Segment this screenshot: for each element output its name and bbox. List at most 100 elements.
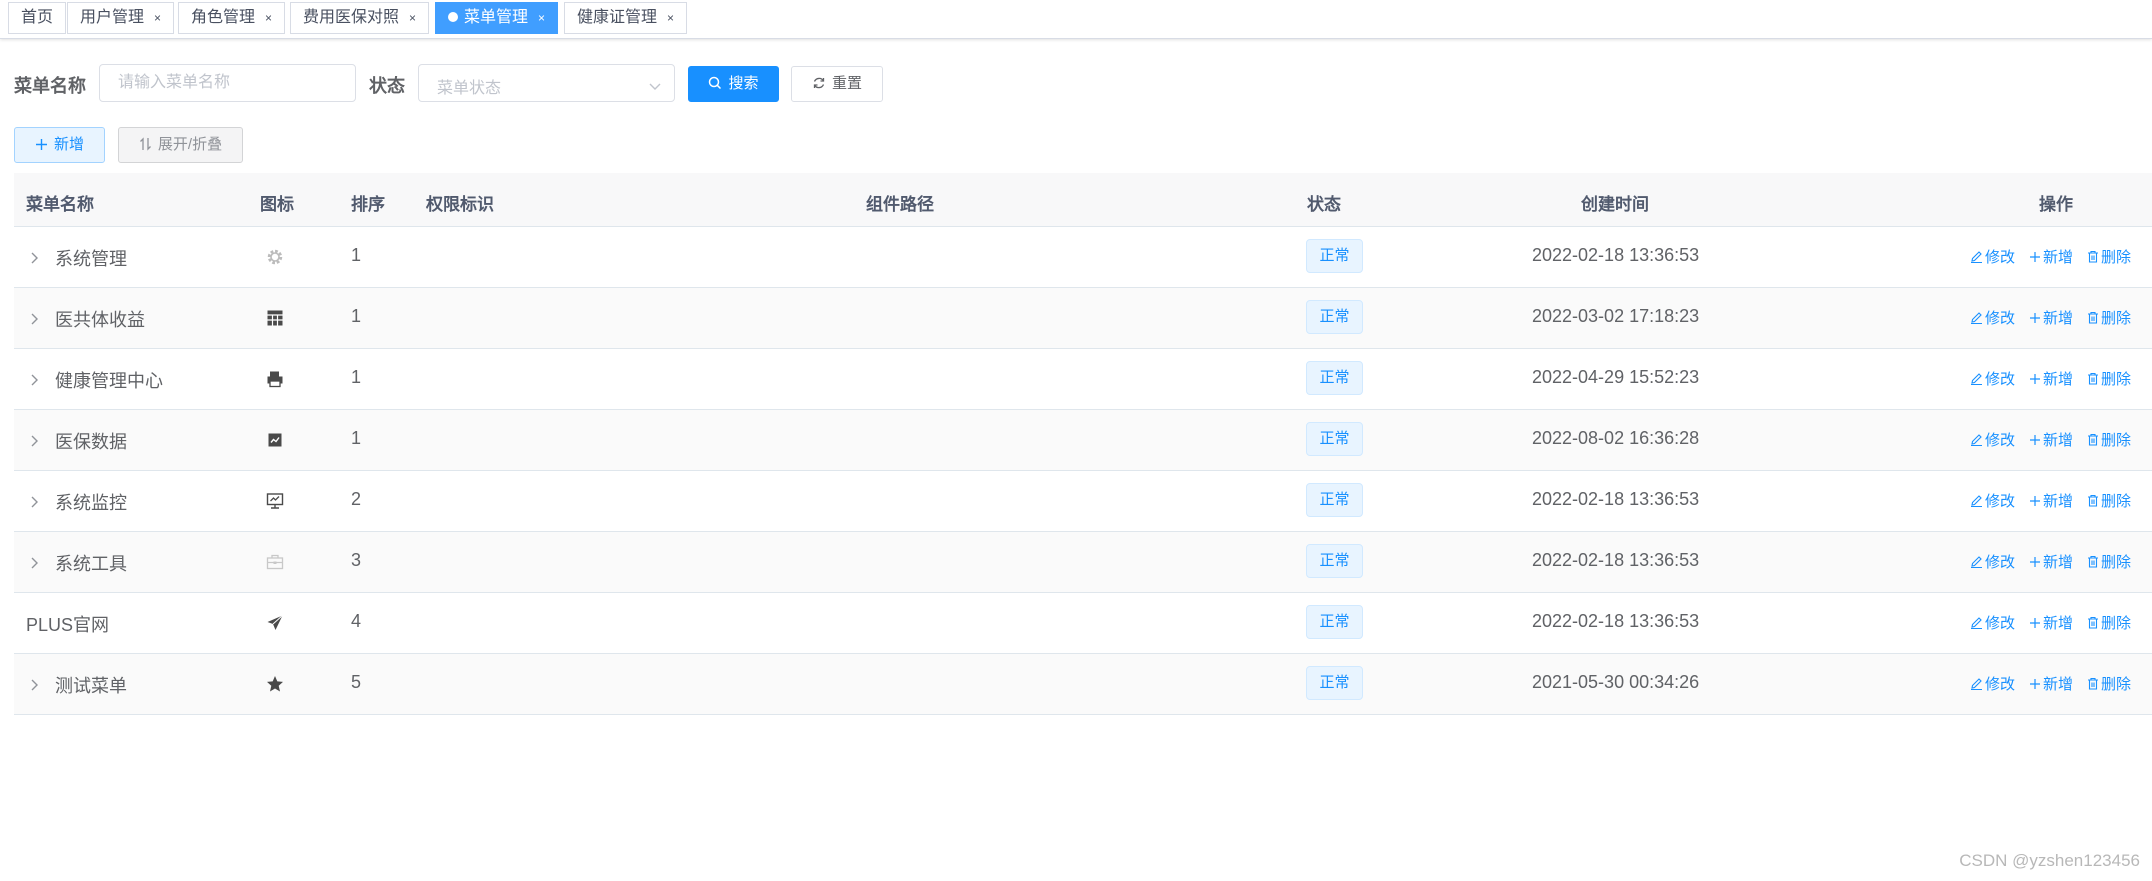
chevron-right-icon[interactable]	[30, 554, 40, 575]
delete-button[interactable]: 删除	[2087, 368, 2131, 389]
add-label: 新增	[2043, 554, 2074, 571]
expand-collapse-button[interactable]: 展开/折叠	[118, 127, 243, 163]
chevron-down-icon	[648, 77, 662, 98]
add-child-button[interactable]: 新增	[2029, 490, 2073, 511]
printer-icon	[266, 370, 284, 393]
row-actions: 修改 新增 删除	[1970, 307, 2145, 328]
tab-user-management[interactable]: 用户管理 ×	[67, 2, 175, 34]
search-button[interactable]: 搜索	[688, 66, 779, 102]
add-child-button[interactable]: 新增	[2029, 429, 2073, 450]
add-menu-button[interactable]: 新增	[14, 127, 105, 163]
chevron-right-icon[interactable]	[30, 676, 40, 697]
add-label: 新增	[2043, 371, 2074, 388]
menu-name-input[interactable]	[100, 65, 355, 101]
trash-icon	[2088, 250, 2099, 263]
delete-button[interactable]: 删除	[2087, 429, 2131, 450]
trash-icon	[2088, 372, 2099, 385]
tab-label: 菜单管理	[464, 9, 529, 26]
menu-name: PLUS官网	[26, 615, 110, 635]
chevron-right-icon[interactable]	[30, 432, 40, 453]
edit-button[interactable]: 修改	[1970, 246, 2015, 267]
edit-label: 修改	[1985, 310, 2016, 327]
tab-label: 角色管理	[191, 9, 256, 26]
status-label: 状态	[369, 76, 405, 96]
edit-button[interactable]: 修改	[1970, 612, 2015, 633]
chevron-right-icon[interactable]	[30, 310, 40, 331]
trash-icon	[2088, 311, 2099, 324]
row-actions: 修改 新增 删除	[1970, 429, 2145, 450]
menu-order: 1	[351, 306, 362, 326]
tab-health-cert-management[interactable]: 健康证管理 ×	[564, 2, 688, 34]
monitor-icon	[266, 492, 284, 515]
delete-button[interactable]: 删除	[2087, 307, 2131, 328]
close-icon[interactable]: ×	[265, 11, 272, 25]
edit-icon	[1971, 251, 1982, 264]
add-child-button[interactable]: 新增	[2029, 307, 2073, 328]
add-label: 新增	[2043, 676, 2074, 693]
column-header-icon: 图标	[260, 195, 294, 214]
table-row: 医共体收益 1 正常 2022-03-02 17:18:23 修改 新增 删除	[14, 288, 2152, 349]
menu-order: 1	[351, 245, 362, 265]
edit-label: 修改	[1985, 493, 2016, 510]
table-row: 测试菜单 5 正常 2021-05-30 00:34:26 修改 新增 删除	[14, 654, 2152, 715]
refresh-icon	[813, 77, 825, 89]
delete-button[interactable]: 删除	[2087, 612, 2131, 633]
close-icon[interactable]: ×	[538, 11, 545, 25]
tab-role-management[interactable]: 角色管理 ×	[178, 2, 286, 34]
tab-cost-insurance-mapping[interactable]: 费用医保对照 ×	[290, 2, 430, 34]
edit-icon	[1971, 617, 1982, 630]
edit-button[interactable]: 修改	[1970, 673, 2015, 694]
menu-name: 测试菜单	[55, 676, 127, 696]
delete-button[interactable]: 删除	[2087, 673, 2131, 694]
chevron-right-icon[interactable]	[30, 371, 40, 392]
trash-icon	[2088, 677, 2099, 690]
close-icon[interactable]: ×	[667, 11, 674, 25]
edit-button[interactable]: 修改	[1970, 551, 2015, 572]
column-header-status: 状态	[1307, 195, 1341, 214]
edit-button[interactable]: 修改	[1970, 368, 2015, 389]
edit-label: 修改	[1985, 371, 2016, 388]
reset-button[interactable]: 重置	[791, 66, 883, 102]
menu-order: 2	[351, 489, 362, 509]
menu-name: 健康管理中心	[55, 371, 163, 391]
status-badge: 正常	[1306, 300, 1363, 334]
close-icon[interactable]: ×	[409, 11, 416, 25]
close-icon[interactable]: ×	[154, 11, 161, 25]
gear-icon	[266, 248, 284, 271]
tab-label: 用户管理	[80, 9, 145, 26]
menu-order: 5	[351, 672, 362, 692]
tab-home[interactable]: 首页	[8, 2, 67, 34]
add-child-button[interactable]: 新增	[2029, 673, 2073, 694]
tab-menu-management[interactable]: 菜单管理 ×	[435, 2, 559, 34]
chevron-right-icon[interactable]	[30, 249, 40, 270]
delete-button[interactable]: 删除	[2087, 246, 2131, 267]
table-header: 菜单名称 图标 排序 权限标识 组件路径 状态 创建时间 操作	[14, 173, 2152, 227]
add-child-button[interactable]: 新增	[2029, 551, 2073, 572]
status-select[interactable]: 菜单状态	[418, 64, 675, 102]
column-header-perms: 权限标识	[426, 195, 494, 214]
delete-label: 删除	[2101, 493, 2132, 510]
add-child-button[interactable]: 新增	[2029, 246, 2073, 267]
plus-icon	[2030, 252, 2041, 262]
created-time: 2022-03-02 17:18:23	[1532, 306, 1700, 326]
edit-icon	[1971, 434, 1982, 447]
edit-icon	[1971, 556, 1982, 569]
column-header-created: 创建时间	[1581, 195, 1649, 214]
delete-button[interactable]: 删除	[2087, 490, 2131, 511]
edit-button[interactable]: 修改	[1970, 307, 2015, 328]
reset-button-label: 重置	[831, 75, 862, 92]
edit-button[interactable]: 修改	[1970, 429, 2015, 450]
add-child-button[interactable]: 新增	[2029, 612, 2073, 633]
created-time: 2022-02-18 13:36:53	[1532, 489, 1700, 509]
status-badge: 正常	[1306, 483, 1363, 517]
expand-collapse-button-label: 展开/折叠	[157, 136, 223, 153]
menu-name-input-wrapper	[99, 64, 356, 102]
add-child-button[interactable]: 新增	[2029, 368, 2073, 389]
column-header-actions: 操作	[2039, 195, 2073, 214]
chevron-right-icon[interactable]	[30, 493, 40, 514]
paper-plane-icon	[266, 614, 284, 637]
trash-icon	[2088, 433, 2099, 446]
delete-button[interactable]: 删除	[2087, 551, 2131, 572]
edit-button[interactable]: 修改	[1970, 490, 2015, 511]
created-time: 2022-02-18 13:36:53	[1532, 611, 1700, 631]
